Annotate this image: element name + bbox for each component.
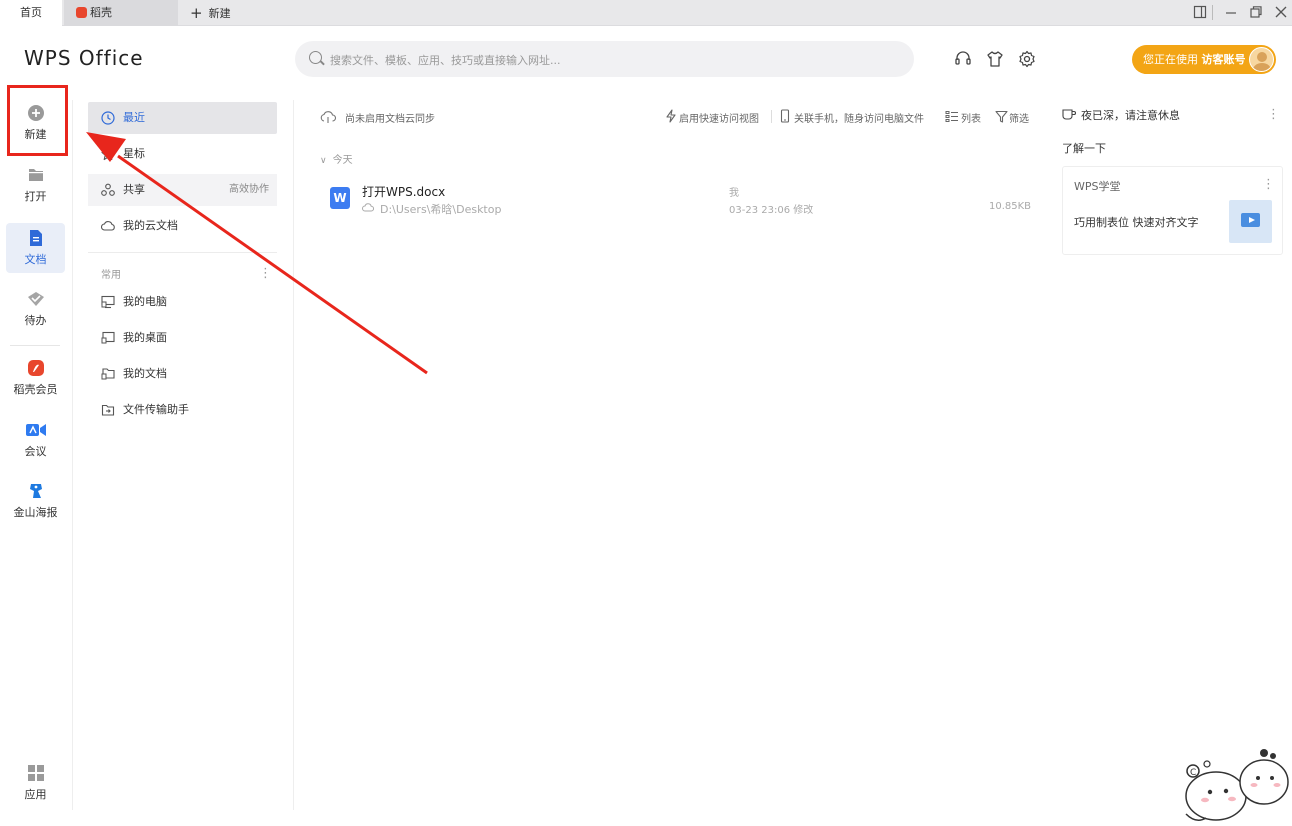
annotation-arrow [86,132,428,375]
